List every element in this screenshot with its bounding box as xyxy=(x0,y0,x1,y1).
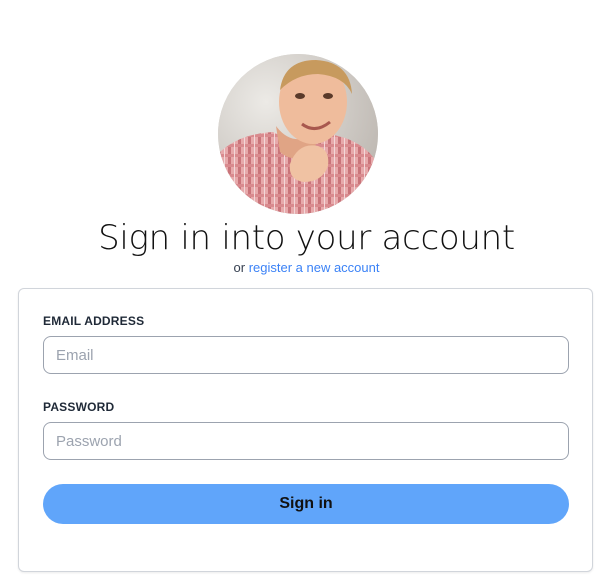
signin-card: EMAIL ADDRESS PASSWORD Sign in xyxy=(18,288,593,572)
register-link[interactable]: register a new account xyxy=(249,260,380,275)
email-label: EMAIL ADDRESS xyxy=(43,314,145,328)
password-field[interactable] xyxy=(43,422,569,460)
signin-button[interactable]: Sign in xyxy=(43,484,569,524)
subtitle: or register a new account xyxy=(0,259,613,277)
signin-page: Sign in into your account or register a … xyxy=(0,0,613,586)
page-title: Sign in into your account xyxy=(98,218,515,258)
avatar xyxy=(218,54,378,214)
email-field[interactable] xyxy=(43,336,569,374)
subtitle-prefix: or xyxy=(233,260,246,275)
password-label: PASSWORD xyxy=(43,400,115,414)
